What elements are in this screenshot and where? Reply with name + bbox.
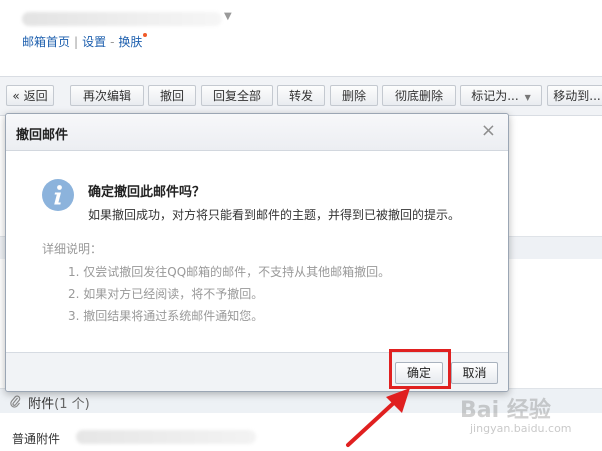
settings-link[interactable]: 设置 [82,35,106,49]
confirm-button-highlight [389,349,451,389]
account-name-redacted [22,12,222,26]
info-icon [42,179,74,211]
detail-list: 1. 仅尝试撤回发往QQ邮箱的邮件，不支持从其他邮箱撤回。 2. 如果对方已经阅… [68,261,390,327]
reply-all-button[interactable]: 回复全部 [201,85,273,106]
mail-toolbar: « 返回 再次编辑 撤回 回复全部 转发 删除 彻底删除 标记为... ▼ 移动到… [0,76,602,116]
notification-dot [143,33,148,37]
confirm-question: 确定撤回此邮件吗？ [88,185,206,200]
change-skin-link[interactable]: 换肤 [118,35,142,49]
watermark-logo: Bai 经验 [460,398,551,423]
link-separator: | [74,35,79,49]
mark-as-dropdown[interactable]: 标记为... ▼ [460,85,542,106]
attachment-section-title: 附件(1 个) [10,393,90,412]
link-dash: - [110,35,115,49]
confirm-description: 如果撤回成功，对方将只能看到邮件的主题，并得到已被撤回的提示。 [88,208,461,222]
detail-label: 详细说明： [42,242,103,256]
annotation-arrow-icon [346,388,410,447]
recall-button[interactable]: 撤回 [148,85,196,106]
watermark: Bai 经验 jingyan.baidu.com [460,392,600,442]
delete-button[interactable]: 删除 [330,85,378,106]
permanent-delete-button[interactable]: 彻底删除 [382,85,456,106]
attachment-count: (1 个) [54,397,90,412]
re-edit-button[interactable]: 再次编辑 [70,85,144,106]
attachment-name-redacted [76,430,256,444]
chevron-down-icon: ▼ [524,93,531,102]
close-icon[interactable]: × [481,120,496,142]
detail-item: 1. 仅尝试撤回发往QQ邮箱的邮件，不支持从其他邮箱撤回。 [68,265,391,279]
recall-mail-dialog: 撤回邮件 × 确定撤回此邮件吗？ 如果撤回成功，对方将只能看到邮件的主题，并得到… [5,113,509,392]
account-header: ▼ 邮箱首页 | 设置 - 换肤 [0,0,602,76]
detail-item: 2. 如果对方已经阅读，将不予撤回。 [68,287,264,301]
mailbox-home-link[interactable]: 邮箱首页 [22,35,70,49]
dialog-header: 撤回邮件 × [6,114,508,151]
top-links: 邮箱首页 | 设置 - 换肤 [22,33,148,50]
back-button[interactable]: « 返回 [6,85,54,106]
normal-attachment-label: 普通附件 [12,432,61,446]
forward-button[interactable]: 转发 [277,85,325,106]
move-to-dropdown[interactable]: 移动到... [547,85,602,106]
cancel-button[interactable]: 取消 [451,362,498,384]
account-dropdown-icon[interactable]: ▼ [224,11,232,22]
paperclip-icon [10,395,25,412]
detail-item: 3. 撤回结果将通过系统邮件通知您。 [68,309,264,323]
mark-as-label: 标记为... [471,89,519,103]
dialog-title: 撤回邮件 [16,128,69,143]
watermark-url: jingyan.baidu.com [470,422,572,435]
attachment-label: 附件 [28,397,55,412]
